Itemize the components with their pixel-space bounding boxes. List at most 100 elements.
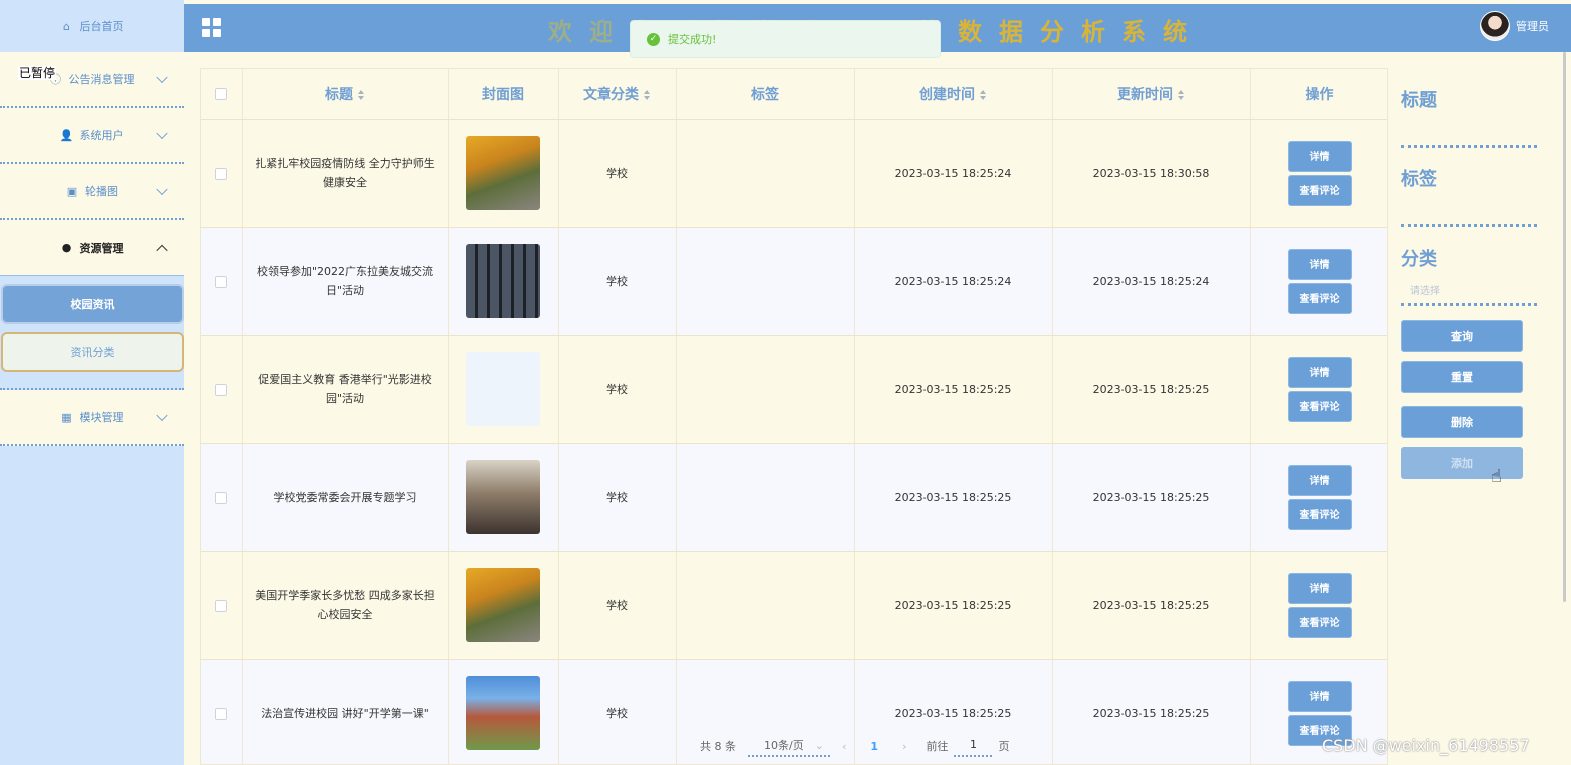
row-select-cell (201, 119, 243, 228)
row-tag (676, 443, 855, 552)
row-title: 校领导参加"2022广东拉美友城交流日"活动 (242, 227, 449, 336)
row-checkbox[interactable] (215, 167, 228, 180)
row-actions: 详情 查看评论 (1250, 119, 1387, 228)
menu-announcements[interactable]: ⓘ 公告消息管理 (0, 52, 184, 108)
row-select-cell (201, 227, 243, 336)
menu-modules-label: 模块管理 (79, 411, 124, 424)
detail-button[interactable]: 详情 (1287, 248, 1352, 280)
search-tag-input[interactable] (1401, 224, 1537, 227)
grid-icon: ▦ (61, 410, 72, 424)
row-tag (676, 227, 855, 336)
sort-icon[interactable] (644, 89, 651, 100)
row-tag (676, 551, 855, 660)
home-icon: ⌂ (63, 19, 70, 33)
search-panel: 标题 标签 分类 请选择 查询 重置 删除 添加 (1388, 68, 1558, 765)
col-title[interactable]: 标题 (242, 69, 449, 120)
sidebar: ⌂ 后台首页 ⓘ 公告消息管理 👤 系统用户 ▣ 轮播图 ● 资源管理 校园资讯… (0, 0, 184, 765)
row-created: 2023-03-15 18:25:25 (854, 335, 1053, 444)
success-toast: ✓ 提交成功! (630, 20, 941, 58)
sort-icon[interactable] (1178, 89, 1185, 100)
cover-image[interactable] (466, 568, 540, 642)
row-category: 学校 (558, 659, 677, 764)
detail-button[interactable]: 详情 (1287, 464, 1352, 496)
chevron-down-icon (156, 409, 168, 422)
prev-page-icon[interactable]: ‹ (842, 740, 846, 753)
cover-image[interactable] (466, 460, 540, 534)
category-select[interactable]: 请选择 (1410, 282, 1440, 297)
menu-system-users[interactable]: 👤 系统用户 (0, 108, 184, 164)
app-title-char: 欢 (548, 18, 589, 46)
table-row: 学校党委常委会开展专题学习 学校 2023-03-15 18:25:25 2023-0… (201, 443, 1387, 552)
menu-toggle-icon[interactable] (202, 18, 221, 37)
search-tag-label: 标签 (1401, 169, 1437, 190)
row-title: 法治宣传进校园 讲好"开学第一课" (242, 659, 449, 764)
row-checkbox[interactable] (215, 383, 228, 396)
menu-home[interactable]: ⌂ 后台首页 (0, 0, 184, 52)
row-actions: 详情 查看评论 (1250, 443, 1387, 552)
page-current[interactable]: 1 (858, 740, 890, 753)
row-checkbox[interactable] (215, 599, 228, 612)
delete-button[interactable]: 删除 (1401, 406, 1523, 438)
submenu-news-category[interactable]: 资讯分类 (1, 332, 184, 372)
user-menu[interactable]: 管理员 (1480, 11, 1549, 41)
row-title: 促爱国主义教育 香港举行"光影进校园"活动 (242, 335, 449, 444)
category-select-underline (1401, 303, 1537, 306)
view-comments-button[interactable]: 查看评论 (1287, 606, 1352, 638)
select-all-checkbox[interactable] (215, 87, 228, 100)
sort-icon[interactable] (358, 89, 365, 100)
page-scrollbar[interactable] (1563, 52, 1566, 602)
row-actions: 详情 查看评论 (1250, 551, 1387, 660)
next-page-icon[interactable]: › (902, 740, 906, 753)
app-title-char: 分 (1040, 18, 1081, 46)
table-row: 校领导参加"2022广东拉美友城交流日"活动 学校 2023-03-15 18:25… (201, 227, 1387, 336)
col-category[interactable]: 文章分类 (558, 69, 677, 120)
sort-icon[interactable] (980, 89, 987, 100)
cover-image[interactable] (466, 352, 540, 426)
watermark: CSDN @weixin_61498557 (1322, 736, 1530, 755)
reset-button[interactable]: 重置 (1401, 361, 1523, 393)
search-title-input[interactable] (1401, 145, 1537, 148)
cover-image[interactable] (466, 244, 540, 318)
row-select-cell (201, 443, 243, 552)
detail-button[interactable]: 详情 (1287, 140, 1352, 172)
view-comments-button[interactable]: 查看评论 (1287, 390, 1352, 422)
menu-carousel[interactable]: ▣ 轮播图 (0, 164, 184, 220)
menu-modules[interactable]: ▦ 模块管理 (0, 390, 184, 446)
row-actions: 详情 查看评论 (1250, 227, 1387, 336)
row-cover-cell (448, 335, 559, 444)
submenu-campus-news[interactable]: 校园资讯 (1, 284, 184, 324)
search-category-label: 分类 (1401, 249, 1437, 270)
row-created: 2023-03-15 18:25:25 (854, 551, 1053, 660)
query-button[interactable]: 查询 (1401, 320, 1523, 352)
row-checkbox[interactable] (215, 275, 228, 288)
pager-total: 共 8 条 (700, 740, 736, 753)
detail-button[interactable]: 详情 (1287, 572, 1352, 604)
hand-cursor-icon: ☝ (1491, 466, 1502, 487)
cover-image[interactable] (466, 676, 540, 750)
row-cover-cell (448, 227, 559, 336)
col-updated[interactable]: 更新时间 (1052, 69, 1251, 120)
menu-resources[interactable]: ● 资源管理 (0, 220, 184, 276)
avatar[interactable] (1480, 11, 1510, 41)
chevron-up-icon (156, 244, 168, 256)
col-created[interactable]: 创建时间 (854, 69, 1053, 120)
paused-badge: 已暂停 (18, 66, 57, 80)
row-checkbox[interactable] (215, 707, 228, 720)
cover-image[interactable] (466, 136, 540, 210)
row-category: 学校 (558, 551, 677, 660)
user-name: 管理员 (1516, 20, 1549, 33)
detail-button[interactable]: 详情 (1287, 680, 1352, 712)
app-title-char: 迎 (589, 18, 630, 46)
view-comments-button[interactable]: 查看评论 (1287, 498, 1352, 530)
row-checkbox[interactable] (215, 491, 228, 504)
row-cover-cell (448, 119, 559, 228)
row-tag (676, 119, 855, 228)
add-button[interactable]: 添加 (1401, 447, 1523, 479)
col-actions: 操作 (1250, 69, 1387, 120)
page-jump-input[interactable]: 1 (954, 735, 993, 757)
view-comments-button[interactable]: 查看评论 (1287, 174, 1352, 206)
view-comments-button[interactable]: 查看评论 (1287, 282, 1352, 314)
detail-button[interactable]: 详情 (1287, 356, 1352, 388)
page-size-select[interactable]: 10条/页 ⌄ (748, 735, 830, 757)
row-created: 2023-03-15 18:25:24 (854, 227, 1053, 336)
